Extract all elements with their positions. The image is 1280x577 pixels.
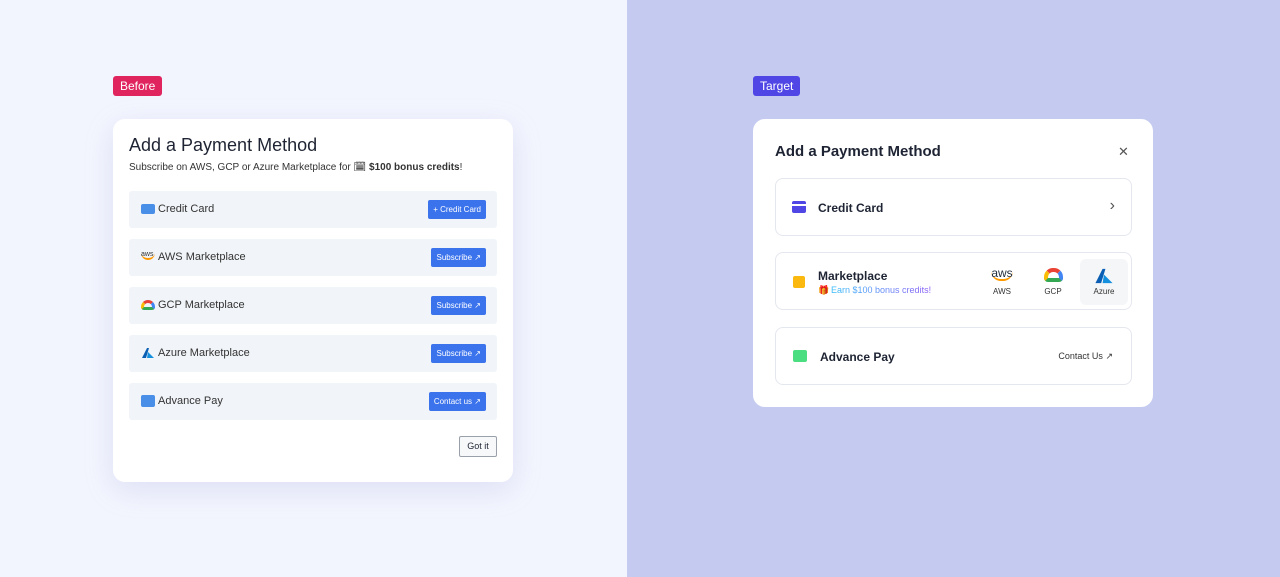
chevron-right-icon: ›: [1109, 197, 1115, 214]
row-advance-pay: Advance Pay Contact us ↗: [129, 383, 497, 420]
dialog-subtitle: Subscribe on AWS, GCP or Azure Marketpla…: [129, 162, 462, 173]
row-label: GCP Marketplace: [158, 299, 245, 311]
marketplace-option: Marketplace 🎁 Earn $100 bonus credits! a…: [775, 252, 1132, 310]
option-label: Advance Pay: [820, 350, 895, 364]
contact-us-link[interactable]: Contact Us ↗: [1058, 351, 1113, 362]
row-credit-card: Credit Card + Credit Card: [129, 191, 497, 228]
subscribe-gcp-button[interactable]: Subscribe ↗: [431, 296, 486, 315]
add-credit-card-button[interactable]: + Credit Card: [428, 200, 486, 219]
provider-name: Azure: [1093, 287, 1115, 296]
close-icon[interactable]: ✕: [1118, 144, 1129, 160]
row-label: Azure Marketplace: [158, 347, 250, 359]
subscribe-aws-button[interactable]: Subscribe ↗: [431, 248, 486, 267]
aws-provider-button[interactable]: aws AWS: [978, 259, 1026, 305]
provider-name: AWS: [993, 287, 1011, 296]
row-label: AWS Marketplace: [158, 251, 246, 263]
credit-card-icon: [141, 204, 155, 214]
aws-icon: aws: [991, 266, 1013, 281]
aws-icon: aws: [141, 251, 155, 260]
row-aws: aws AWS Marketplace Subscribe ↗: [129, 239, 497, 276]
subtitle-suffix: !: [459, 162, 463, 173]
before-panel: Before Add a Payment Method Subscribe on…: [0, 0, 627, 577]
gcp-provider-button[interactable]: GCP: [1029, 259, 1077, 305]
earn-bonus-text: Earn $100 bonus credits!: [831, 285, 932, 295]
row-label: Credit Card: [158, 203, 215, 215]
row-azure: Azure Marketplace Subscribe ↗: [129, 335, 497, 372]
target-dialog: Add a Payment Method ✕ Credit Card › Mar…: [753, 119, 1153, 407]
shopping-bag-icon: [793, 276, 805, 288]
contact-us-button[interactable]: Contact us ↗: [428, 392, 486, 411]
dialog-title: Add a Payment Method: [129, 135, 318, 155]
dialog-title: Add a Payment Method: [775, 143, 941, 160]
provider-name: GCP: [1044, 287, 1062, 296]
gift-icon: 🎁: [818, 285, 830, 295]
azure-icon: [142, 348, 154, 358]
before-badge: Before: [113, 76, 163, 96]
calendar-icon: 🗓: [353, 162, 367, 173]
before-dialog: Add a Payment Method Subscribe on AWS, G…: [113, 119, 513, 482]
row-label: Advance Pay: [158, 395, 223, 407]
bonus-text: $100 bonus credits: [369, 162, 460, 173]
wallet-icon: [141, 395, 155, 407]
subtitle-text: Subscribe on AWS, GCP or Azure Marketpla…: [129, 162, 351, 173]
row-gcp: GCP Marketplace Subscribe ↗: [129, 287, 497, 324]
target-badge: Target: [753, 76, 801, 96]
gcp-icon: [141, 300, 155, 310]
azure-icon: [1095, 268, 1113, 284]
option-label: Credit Card: [818, 201, 884, 215]
got-it-button[interactable]: Got it: [459, 436, 497, 457]
credit-card-option[interactable]: Credit Card ›: [775, 178, 1132, 236]
option-label: Marketplace: [818, 269, 888, 283]
wallet-icon: [793, 350, 807, 362]
advance-pay-option: Advance Pay Contact Us ↗: [775, 327, 1132, 385]
external-link-icon: ↗: [1105, 351, 1113, 361]
subscribe-azure-button[interactable]: Subscribe ↗: [431, 344, 486, 363]
gcp-icon: [1044, 268, 1063, 282]
azure-provider-button[interactable]: Azure: [1080, 259, 1128, 305]
credit-card-icon: [792, 201, 806, 213]
